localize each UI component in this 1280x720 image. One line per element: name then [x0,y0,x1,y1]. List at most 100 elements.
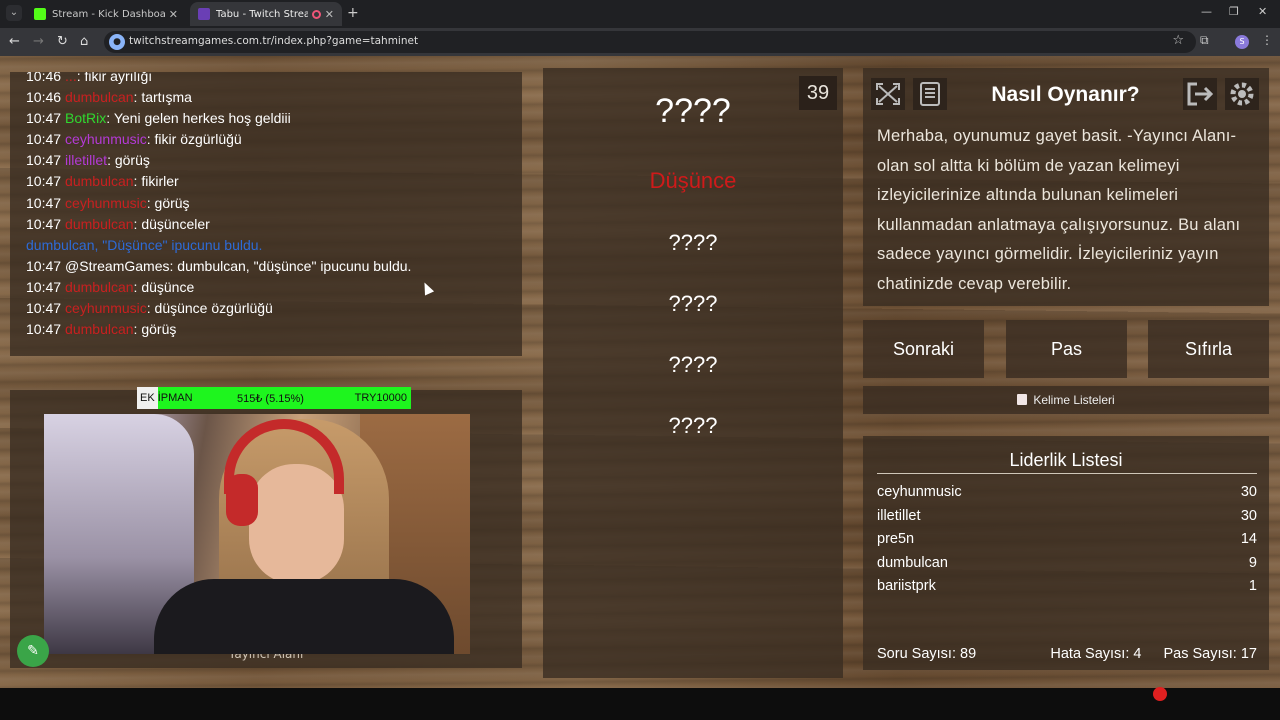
forward-icon[interactable]: → [33,34,44,49]
tab-tabu-game[interactable]: Tabu - Twitch Stream Game ✕ [190,2,342,26]
player-score: 9 [1248,554,1257,571]
leaderboard-list: ceyhunmusic 30 illetillet 30 pre5n 14 dumbulca… [877,481,1257,599]
webcam-feed [44,414,470,654]
bookmark-star-icon[interactable]: ☆ [1172,33,1184,48]
chat-timestamp: 10:47 [26,131,62,148]
chat-timestamp: 10:46 [26,89,62,106]
goal-amount: 515₺ (5.15%) [237,392,304,405]
how-to-play-title: Nasıl Oynanır? [991,83,1140,106]
recording-icon [311,9,321,19]
player-score: 14 [1240,531,1257,548]
chat-username[interactable]: BotRix [65,110,106,126]
tab-title: Stream - Kick Dashboard [52,8,165,20]
found-hint: Düşünce [649,168,737,193]
chat-username[interactable]: illetillet [65,152,107,168]
leaderboard-row: ceyhunmusic 30 [877,481,1257,505]
player-name: ceyhunmusic [877,484,962,500]
chat-text: görüş [141,321,177,338]
chat-username[interactable]: dumbulcan [65,173,134,189]
minimize-icon[interactable]: — [1201,5,1212,18]
next-button[interactable]: Sonraki [863,320,984,378]
leaderboard-row: illetillet 30 [877,505,1257,529]
chat-username[interactable]: dumbulcan [65,216,134,232]
chat-separator: : [146,194,155,211]
goal-tag-rest: İPMAN [157,392,193,404]
chat-username[interactable]: ceyhunmusic [65,131,147,147]
chat-message: 10:47 dumbulcan: düşünceler [26,214,516,235]
url-text[interactable]: twitchstreamgames.com.tr/index.php?game=… [129,35,418,47]
chat-timestamp: 10:47 [26,152,62,169]
hint-word: ???? [668,230,718,255]
hint-word: ???? [668,352,718,377]
chat-username[interactable]: @StreamGames [65,258,169,274]
chat-notice: dumbulcan, "Düşünce" ipucunu buldu. [26,236,263,253]
chat-message: 10:47 dumbulcan: fikirler [26,171,516,192]
chat-list: 10:46...: fikir ayrılığı 10:46 dumbulcan: … [26,72,516,340]
chat-username[interactable]: dumbulcan [65,279,134,295]
chat-username[interactable]: ceyhunmusic [65,195,147,211]
new-tab-icon[interactable]: + [347,5,359,21]
chat-text: fikir özgürlüğü [154,131,242,148]
chat-message: 10:47 ceyhunmusic: düşünce özgürlüğü [26,298,516,319]
divider [877,473,1257,474]
hint-word: ???? [668,413,718,438]
headphone-earcup [226,474,258,526]
close-tab-icon[interactable]: ✕ [325,8,334,21]
window-close-icon[interactable]: ✕ [1258,5,1267,18]
reload-icon[interactable]: ↻ [57,34,68,49]
how-to-play-panel: Nasıl Oynanır? Merhaba, oyunumuz gayet b… [863,68,1269,306]
tab-kick-dashboard[interactable]: Stream - Kick Dashboard ✕ [26,2,186,26]
main-word: ???? [655,92,731,130]
address-bar[interactable]: ● twitchstreamgames.com.tr/index.php?gam… [104,31,1196,53]
chat-message: 10:47 BotRix: Yeni gelen herkes hoş geldi… [26,108,516,129]
tray-app-icon[interactable] [1153,687,1167,701]
chat-username[interactable]: ceyhunmusic [65,300,147,316]
chat-message: 10:47 @StreamGames: dumbulcan, "düşünce" … [26,256,516,277]
close-tab-icon[interactable]: ✕ [169,8,178,21]
chat-timestamp: 10:47 [26,173,62,190]
pass-button[interactable]: Pas [1006,320,1127,378]
chat-timestamp: 10:47 [26,257,62,274]
browser-menu-icon[interactable]: ⋮ [1261,33,1273,47]
profile-avatar[interactable]: S [1235,35,1249,49]
chat-text: düşünceler [141,215,210,232]
game-page: 10:46...: fikir ayrılığı 10:46 dumbulcan: … [0,56,1280,688]
home-icon[interactable]: ⌂ [80,34,88,49]
chat-panel: 10:46...: fikir ayrılığı 10:46 dumbulcan: … [10,72,522,356]
settings-gear-icon[interactable] [1225,78,1259,110]
chat-separator: : [106,110,114,127]
restore-icon[interactable]: ❐ [1229,5,1239,18]
edit-pencil-icon[interactable]: ✎ [17,635,49,667]
word-lists-button[interactable]: Kelime Listeleri [863,386,1269,414]
logout-icon[interactable] [1183,78,1217,110]
chat-timestamp: 10:47 [26,300,62,317]
chat-message: 10:47 dumbulcan: düşünce [26,277,516,298]
chat-username[interactable]: ... [65,72,77,84]
player-name: bariistprk [877,578,936,595]
word-lists-label: Kelime Listeleri [1033,393,1115,407]
chat-username[interactable]: dumbulcan [65,89,134,105]
chat-separator: : [146,131,155,148]
chat-username[interactable]: dumbulcan [65,321,134,337]
tab-search-icon[interactable]: ⌄ [6,5,22,21]
chat-text: görüş [154,194,190,211]
chat-message: 10:47 illetillet: görüş [26,150,516,171]
chat-timestamp: 10:47 [26,194,62,211]
tab-strip: ⌄ Stream - Kick Dashboard ✕ Tabu - Twitc… [0,0,1280,28]
document-icon[interactable] [913,78,947,110]
back-icon[interactable]: ← [9,34,20,49]
chat-message: 10:47 dumbulcan: görüş [26,319,516,340]
twitch-favicon-icon [198,8,210,20]
reset-button[interactable]: Sıfırla [1148,320,1269,378]
chat-timestamp: 10:46 [26,72,62,84]
fullscreen-icon[interactable] [871,78,905,110]
how-to-play-text: Merhaba, oyunumuz gayet basit. -Yayıncı … [877,127,1241,293]
extensions-icon[interactable]: ⧉ [1200,33,1209,48]
player-name: pre5n [877,531,915,548]
player-score: 30 [1240,507,1257,524]
leaderboard-panel: Liderlik Listesi ceyhunmusic 30 illetillet… [863,436,1269,670]
site-info-icon[interactable]: ● [109,34,125,50]
chat-message: dumbulcan, "Düşünce" ipucunu buldu. [26,235,516,256]
leaderboard-row: bariistprk 1 [877,575,1257,599]
chat-separator: : [76,72,85,84]
